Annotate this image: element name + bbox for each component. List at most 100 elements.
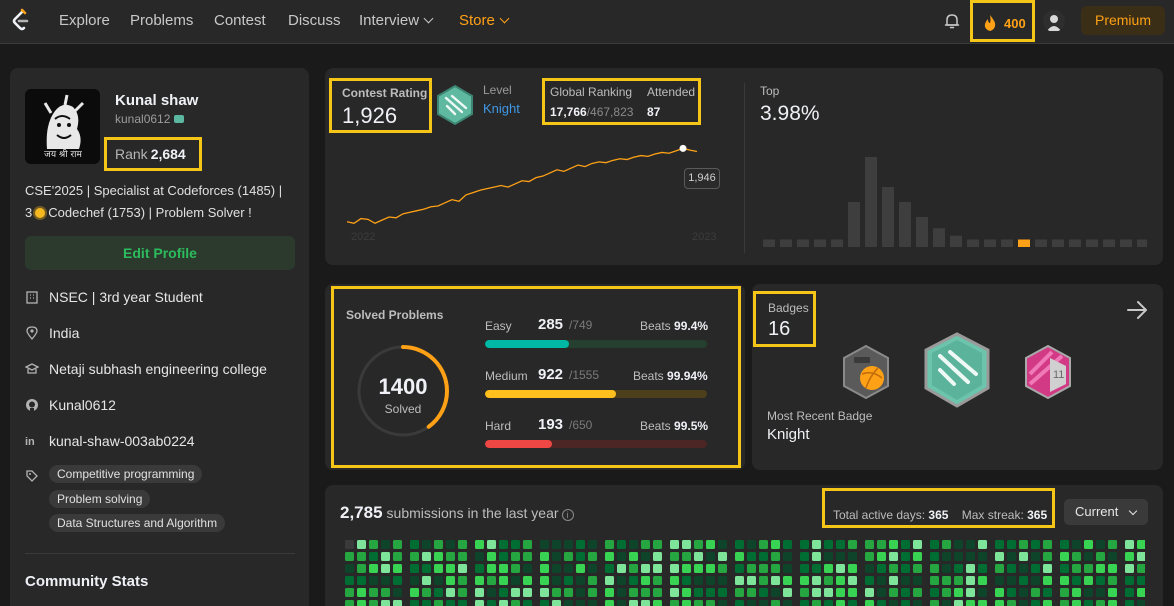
bell-icon[interactable] [943, 12, 961, 30]
heatmap-cell [588, 564, 597, 573]
heatmap-cell [345, 564, 354, 573]
heatmap-cell [487, 552, 496, 561]
heatmap-cell [954, 564, 963, 573]
heatmap-cell [783, 576, 792, 585]
info-github[interactable]: Kunal0612 [25, 397, 116, 413]
nav-interview[interactable]: Interview [359, 12, 434, 29]
histogram-bar [984, 239, 996, 247]
chevron-down-icon [499, 13, 510, 24]
heatmap-cell [1019, 540, 1028, 549]
heatmap-cell [1072, 588, 1081, 597]
ranking-histogram[interactable] [763, 153, 1147, 247]
medium-count: 922 [538, 366, 564, 383]
heatmap-cell [877, 600, 886, 606]
skill-tag[interactable]: Data Structures and Algorithm [49, 514, 226, 532]
top-label: Top [760, 84, 780, 98]
heatmap-cell [913, 588, 922, 597]
medium-beats: Beats 99.94% [633, 369, 708, 383]
skill-tag[interactable]: Competitive programming [49, 465, 203, 483]
hard-label: Hard [485, 419, 512, 433]
heatmap-cell [759, 600, 768, 606]
heatmap-cell [564, 576, 573, 585]
heatmap-cell [617, 540, 626, 549]
nav-explore[interactable]: Explore [59, 12, 110, 29]
active-days-value: 365 [928, 508, 949, 522]
heatmap-cell [1096, 576, 1105, 585]
solved-problems-label: Solved Problems [346, 308, 444, 322]
heatmap-cell [410, 600, 419, 606]
heatmap-cell [1043, 564, 1052, 573]
skill-tag[interactable]: Problem solving [49, 490, 151, 508]
heatmap-cell [345, 588, 354, 597]
heatmap-cell [1031, 540, 1040, 549]
histogram-bar [1137, 239, 1147, 247]
heatmap-cell [540, 600, 549, 606]
heatmap-cell [812, 588, 821, 597]
heatmap-cell [694, 564, 703, 573]
profile-handle: kunal0612 [115, 112, 185, 126]
heatmap-cell [422, 600, 431, 606]
heatmap-cell [1125, 588, 1134, 597]
heatmap-cell [1019, 588, 1028, 597]
heatmap-cell [1108, 552, 1117, 561]
arrow-right-icon[interactable] [1126, 300, 1148, 320]
info-linkedin[interactable]: in kunal-shaw-003ab0224 [25, 433, 195, 449]
heatmap-cell [1043, 588, 1052, 597]
streak-count: 400 [1004, 16, 1026, 31]
year-select[interactable]: Current [1064, 499, 1148, 525]
heatmap-cell [357, 564, 366, 573]
submission-heatmap[interactable] [345, 540, 1145, 606]
heatmap-cell [381, 540, 390, 549]
heatmap-cell [588, 552, 597, 561]
tag-icon [174, 115, 185, 123]
heatmap-cell [393, 552, 402, 561]
heatmap-cell [877, 552, 886, 561]
heatmap-cell [369, 540, 378, 549]
user-avatar[interactable] [1043, 10, 1065, 32]
premium-button[interactable]: Premium [1081, 6, 1165, 35]
heatmap-cell [670, 540, 679, 549]
heatmap-cell [1137, 552, 1145, 561]
heatmap-cell [393, 540, 402, 549]
leetcode-logo-icon[interactable] [8, 8, 32, 34]
streak-counter[interactable]: 400 [970, 0, 1035, 42]
heatmap-cell [759, 576, 768, 585]
year-end: 2023 [692, 231, 717, 243]
heatmap-cell [771, 600, 780, 606]
heatmap-cell [540, 576, 549, 585]
edit-profile-button[interactable]: Edit Profile [25, 236, 295, 270]
heatmap-cell [995, 540, 1004, 549]
heatmap-cell [629, 576, 638, 585]
badges-highlight: Badges 16 [753, 291, 816, 347]
linkedin-icon: in [25, 436, 35, 448]
nav-problems[interactable]: Problems [130, 12, 193, 29]
heatmap-cell [564, 540, 573, 549]
heatmap-cell [434, 600, 443, 606]
max-streak-value: 365 [1027, 508, 1048, 522]
info-icon[interactable]: i [561, 509, 574, 521]
heatmap-cell [499, 588, 508, 597]
rating-line-chart[interactable] [347, 138, 717, 233]
heatmap-cell [1096, 588, 1105, 597]
annual-badge-icon[interactable] [840, 344, 892, 400]
nav-discuss[interactable]: Discuss [288, 12, 341, 29]
heatmap-cell [576, 564, 585, 573]
monthly-badge-icon[interactable]: 11 [1022, 344, 1074, 400]
profile-bio: CSE'2025 | Specialist at Codeforces (148… [25, 180, 305, 224]
attended-value: 87 [647, 105, 661, 119]
info-text: NSEC | 3rd year Student [49, 289, 203, 305]
contest-rating-label: Contest Rating [342, 86, 428, 100]
heatmap-cell [641, 564, 650, 573]
heatmap-cell [511, 600, 520, 606]
solved-total: 1400 [378, 374, 428, 399]
heatmap-cell [682, 576, 691, 585]
heatmap-cell [641, 576, 650, 585]
nav-store[interactable]: Store [459, 12, 510, 29]
nav-contest[interactable]: Contest [214, 12, 266, 29]
year-start: 2022 [351, 231, 376, 243]
school-icon [25, 363, 39, 374]
community-stats-title: Community Stats [25, 573, 149, 590]
knight-badge-large-icon[interactable] [922, 332, 992, 408]
heatmap-cell [824, 576, 833, 585]
heatmap-cell [836, 552, 845, 561]
